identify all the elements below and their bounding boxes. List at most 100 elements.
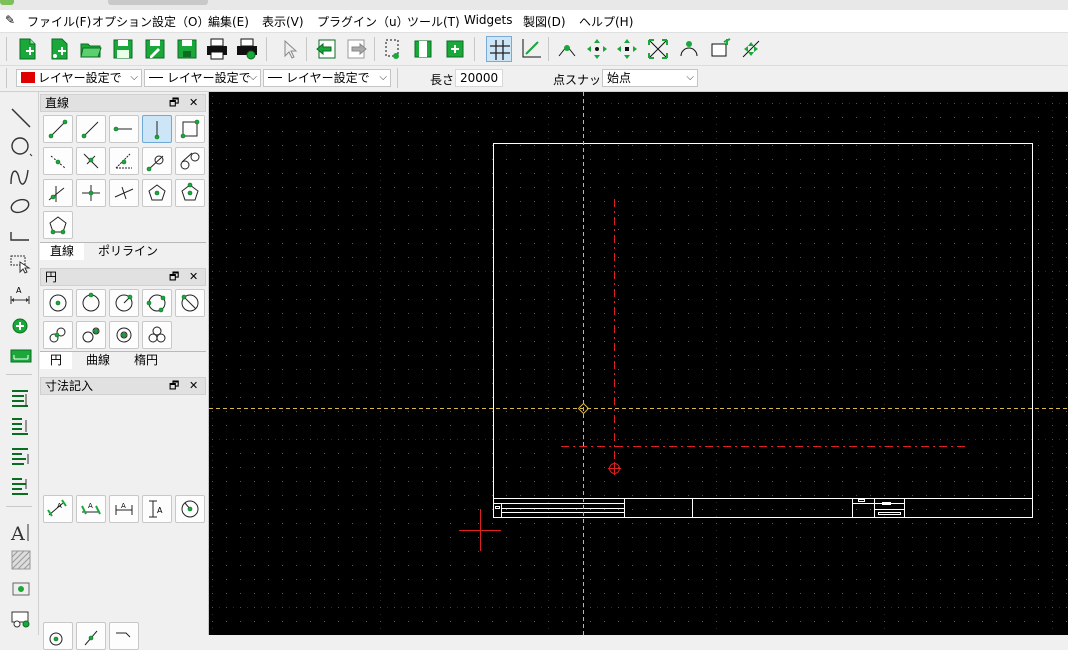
snap-distance-icon[interactable] <box>708 36 734 62</box>
system-menu-icon[interactable]: ✎ <box>5 13 15 27</box>
line-relative-angle-icon[interactable] <box>109 179 139 207</box>
snap-middle-icon[interactable] <box>738 36 764 62</box>
circle-center-point-icon[interactable] <box>43 289 73 317</box>
circle-center-radius-icon[interactable] <box>76 289 106 317</box>
menu-view[interactable]: 表示(V) <box>262 13 304 30</box>
line-orthogonal-icon[interactable] <box>43 179 73 207</box>
circle-tangent-2-icon[interactable] <box>76 321 106 349</box>
menu-widgets[interactable]: Widgets <box>464 13 513 27</box>
tab-circle[interactable]: 円 <box>40 352 73 369</box>
curve-tool-icon[interactable] <box>8 164 34 188</box>
new-file-icon[interactable] <box>14 36 40 62</box>
dim-vertical-icon[interactable]: A <box>142 495 172 523</box>
dim-stack-3-icon[interactable] <box>8 446 34 470</box>
menu-tools[interactable]: ツール(T) <box>407 13 460 30</box>
modify-tool-icon[interactable] <box>8 314 34 338</box>
circle-diameter-icon[interactable] <box>175 289 205 317</box>
close-icon[interactable]: ✕ <box>189 269 198 285</box>
float-icon[interactable]: 🗗 <box>169 95 179 111</box>
layer-toggle-icon[interactable] <box>410 36 436 62</box>
close-icon[interactable]: ✕ <box>189 378 198 394</box>
line-parallel-through-icon[interactable] <box>76 147 106 175</box>
block-insert-icon[interactable] <box>380 36 406 62</box>
snap-free-icon[interactable] <box>554 36 580 62</box>
drawing-canvas[interactable] <box>209 92 1068 635</box>
modify-trim-icon[interactable] <box>76 622 106 650</box>
dim-radius-icon[interactable] <box>175 495 205 523</box>
modify-offset-icon[interactable] <box>109 622 139 650</box>
linetype-combo[interactable]: レイヤー設定で ⌵ <box>144 69 261 87</box>
polygon-corner-icon[interactable] <box>175 179 205 207</box>
float-icon[interactable]: 🗗 <box>169 269 179 285</box>
menu-plugins[interactable]: プラグイン（u） <box>317 13 409 30</box>
print-preview-icon[interactable] <box>234 36 260 62</box>
modify-rotate-icon[interactable] <box>43 622 73 650</box>
line-2points-icon[interactable] <box>43 115 73 143</box>
snap-intersection-icon[interactable] <box>645 36 671 62</box>
text-tool-icon[interactable]: A <box>8 520 34 544</box>
snap-grid-icon[interactable] <box>584 36 610 62</box>
length-input[interactable]: 20000 <box>455 69 503 87</box>
snap-endpoint-icon[interactable] <box>614 36 640 62</box>
save-all-icon[interactable] <box>174 36 200 62</box>
circle-2points-icon[interactable] <box>109 289 139 317</box>
info-tool-icon[interactable] <box>8 344 34 368</box>
line-horizontal-icon[interactable] <box>109 115 139 143</box>
linewidth-combo[interactable]: レイヤー設定で ⌵ <box>263 69 391 87</box>
open-folder-icon[interactable] <box>78 36 104 62</box>
snap-center-icon[interactable] <box>676 36 702 62</box>
line-parallel-icon[interactable] <box>43 147 73 175</box>
save-as-icon[interactable] <box>142 36 168 62</box>
tab-ellipse[interactable]: 楕円 <box>124 352 168 369</box>
ellipse-tool-icon[interactable] <box>8 194 34 218</box>
menu-drafting[interactable]: 製図(D) <box>523 13 566 30</box>
dim-stack-4-icon[interactable] <box>8 476 34 500</box>
ortho-ruler-icon[interactable] <box>518 36 544 62</box>
line-angle-icon[interactable] <box>76 115 106 143</box>
image-tool-icon[interactable] <box>8 576 34 600</box>
close-icon[interactable]: ✕ <box>189 95 198 111</box>
circle-inscribed-icon[interactable] <box>142 321 172 349</box>
hatch-tool-icon[interactable] <box>8 548 34 572</box>
dim-aligned-icon[interactable]: A <box>43 495 73 523</box>
circle-3points-icon[interactable] <box>142 289 172 317</box>
line-rectangle-icon[interactable] <box>175 115 205 143</box>
grid-icon[interactable] <box>486 36 512 62</box>
dim-stack-2-icon[interactable] <box>8 416 34 440</box>
line-perpendicular-icon[interactable] <box>76 179 106 207</box>
line-bisector-icon[interactable] <box>109 147 139 175</box>
dim-horizontal-icon[interactable]: A <box>109 495 139 523</box>
print-icon[interactable] <box>204 36 230 62</box>
save-icon[interactable] <box>110 36 136 62</box>
dim-linear-icon[interactable]: A <box>76 495 106 523</box>
select-tool-icon[interactable] <box>8 252 34 276</box>
undo-icon[interactable] <box>313 36 339 62</box>
polygon-2corners-icon[interactable] <box>43 211 73 239</box>
circle-tool-icon[interactable] <box>8 134 34 158</box>
circle-tangent-icon[interactable] <box>43 321 73 349</box>
dim-stack-1-icon[interactable] <box>8 388 34 412</box>
float-icon[interactable]: 🗗 <box>169 378 179 394</box>
polyline-tool-icon[interactable] <box>8 222 34 246</box>
line-tangent-circles-icon[interactable] <box>175 147 205 175</box>
block-tool-icon[interactable] <box>8 606 34 630</box>
menu-file[interactable]: ファイル(F) <box>27 13 91 30</box>
redo-icon[interactable] <box>344 36 370 62</box>
line-tangent-icon[interactable] <box>142 147 172 175</box>
select-pointer-icon[interactable] <box>276 36 302 62</box>
circle-tangent-3-icon[interactable] <box>109 321 139 349</box>
polygon-center-icon[interactable] <box>142 179 172 207</box>
tab-curve[interactable]: 曲線 <box>76 352 120 369</box>
line-vertical-icon[interactable] <box>142 115 172 143</box>
menu-help[interactable]: ヘルプ(H) <box>579 13 633 30</box>
new-template-icon[interactable] <box>46 36 72 62</box>
color-combo[interactable]: レイヤー設定で ⌵ <box>16 69 142 87</box>
snap-combo[interactable]: 始点 ⌵ <box>602 69 698 87</box>
tab-line[interactable]: 直線 <box>40 243 85 260</box>
add-block-icon[interactable] <box>442 36 468 62</box>
line-tool-icon[interactable] <box>8 106 34 130</box>
menu-edit[interactable]: 編集(E) <box>208 13 249 30</box>
menu-options[interactable]: オプション設定（O） <box>92 13 209 30</box>
dimension-tool-icon[interactable]: A <box>8 284 34 308</box>
tab-polyline[interactable]: ポリライン <box>88 243 168 260</box>
